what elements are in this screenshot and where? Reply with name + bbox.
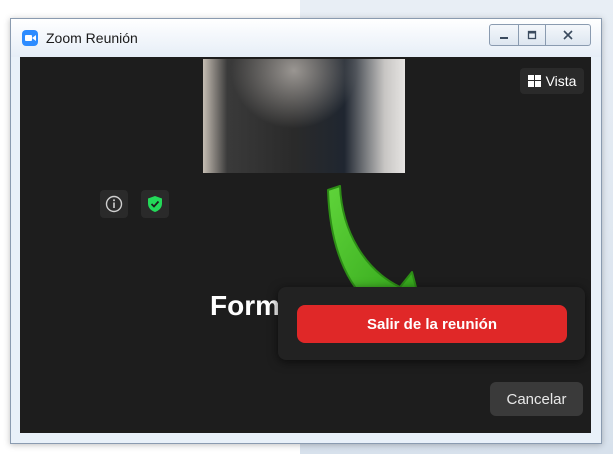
minimize-icon: [500, 37, 508, 39]
window-controls: [489, 24, 591, 46]
leave-meeting-button[interactable]: Salir de la reunión: [297, 305, 567, 343]
shield-check-icon: [148, 196, 162, 212]
close-icon: [563, 30, 573, 40]
view-label: Vista: [545, 73, 577, 89]
leave-dialog: Salir de la reunión: [278, 287, 585, 360]
maximize-button[interactable]: [519, 24, 546, 46]
view-button[interactable]: Vista: [520, 68, 584, 94]
participant-video: [203, 59, 405, 173]
info-icon: [105, 195, 123, 213]
info-button[interactable]: [100, 190, 128, 218]
zoom-window: Zoom Reunión Vista Form Salir de la reun…: [10, 18, 602, 444]
minimize-button[interactable]: [489, 24, 519, 46]
meeting-area: Vista Form Salir de la reunión Cancelar: [20, 57, 591, 433]
close-button[interactable]: [546, 24, 591, 46]
zoom-icon: [22, 30, 38, 46]
security-badge[interactable]: [141, 190, 169, 218]
meeting-topic-heading: Form: [210, 290, 280, 321]
title-bar: Zoom Reunión: [11, 19, 601, 57]
cancel-button[interactable]: Cancelar: [490, 382, 583, 416]
grid-icon: [527, 75, 541, 87]
window-title: Zoom Reunión: [46, 30, 138, 46]
maximize-icon: [527, 30, 537, 40]
